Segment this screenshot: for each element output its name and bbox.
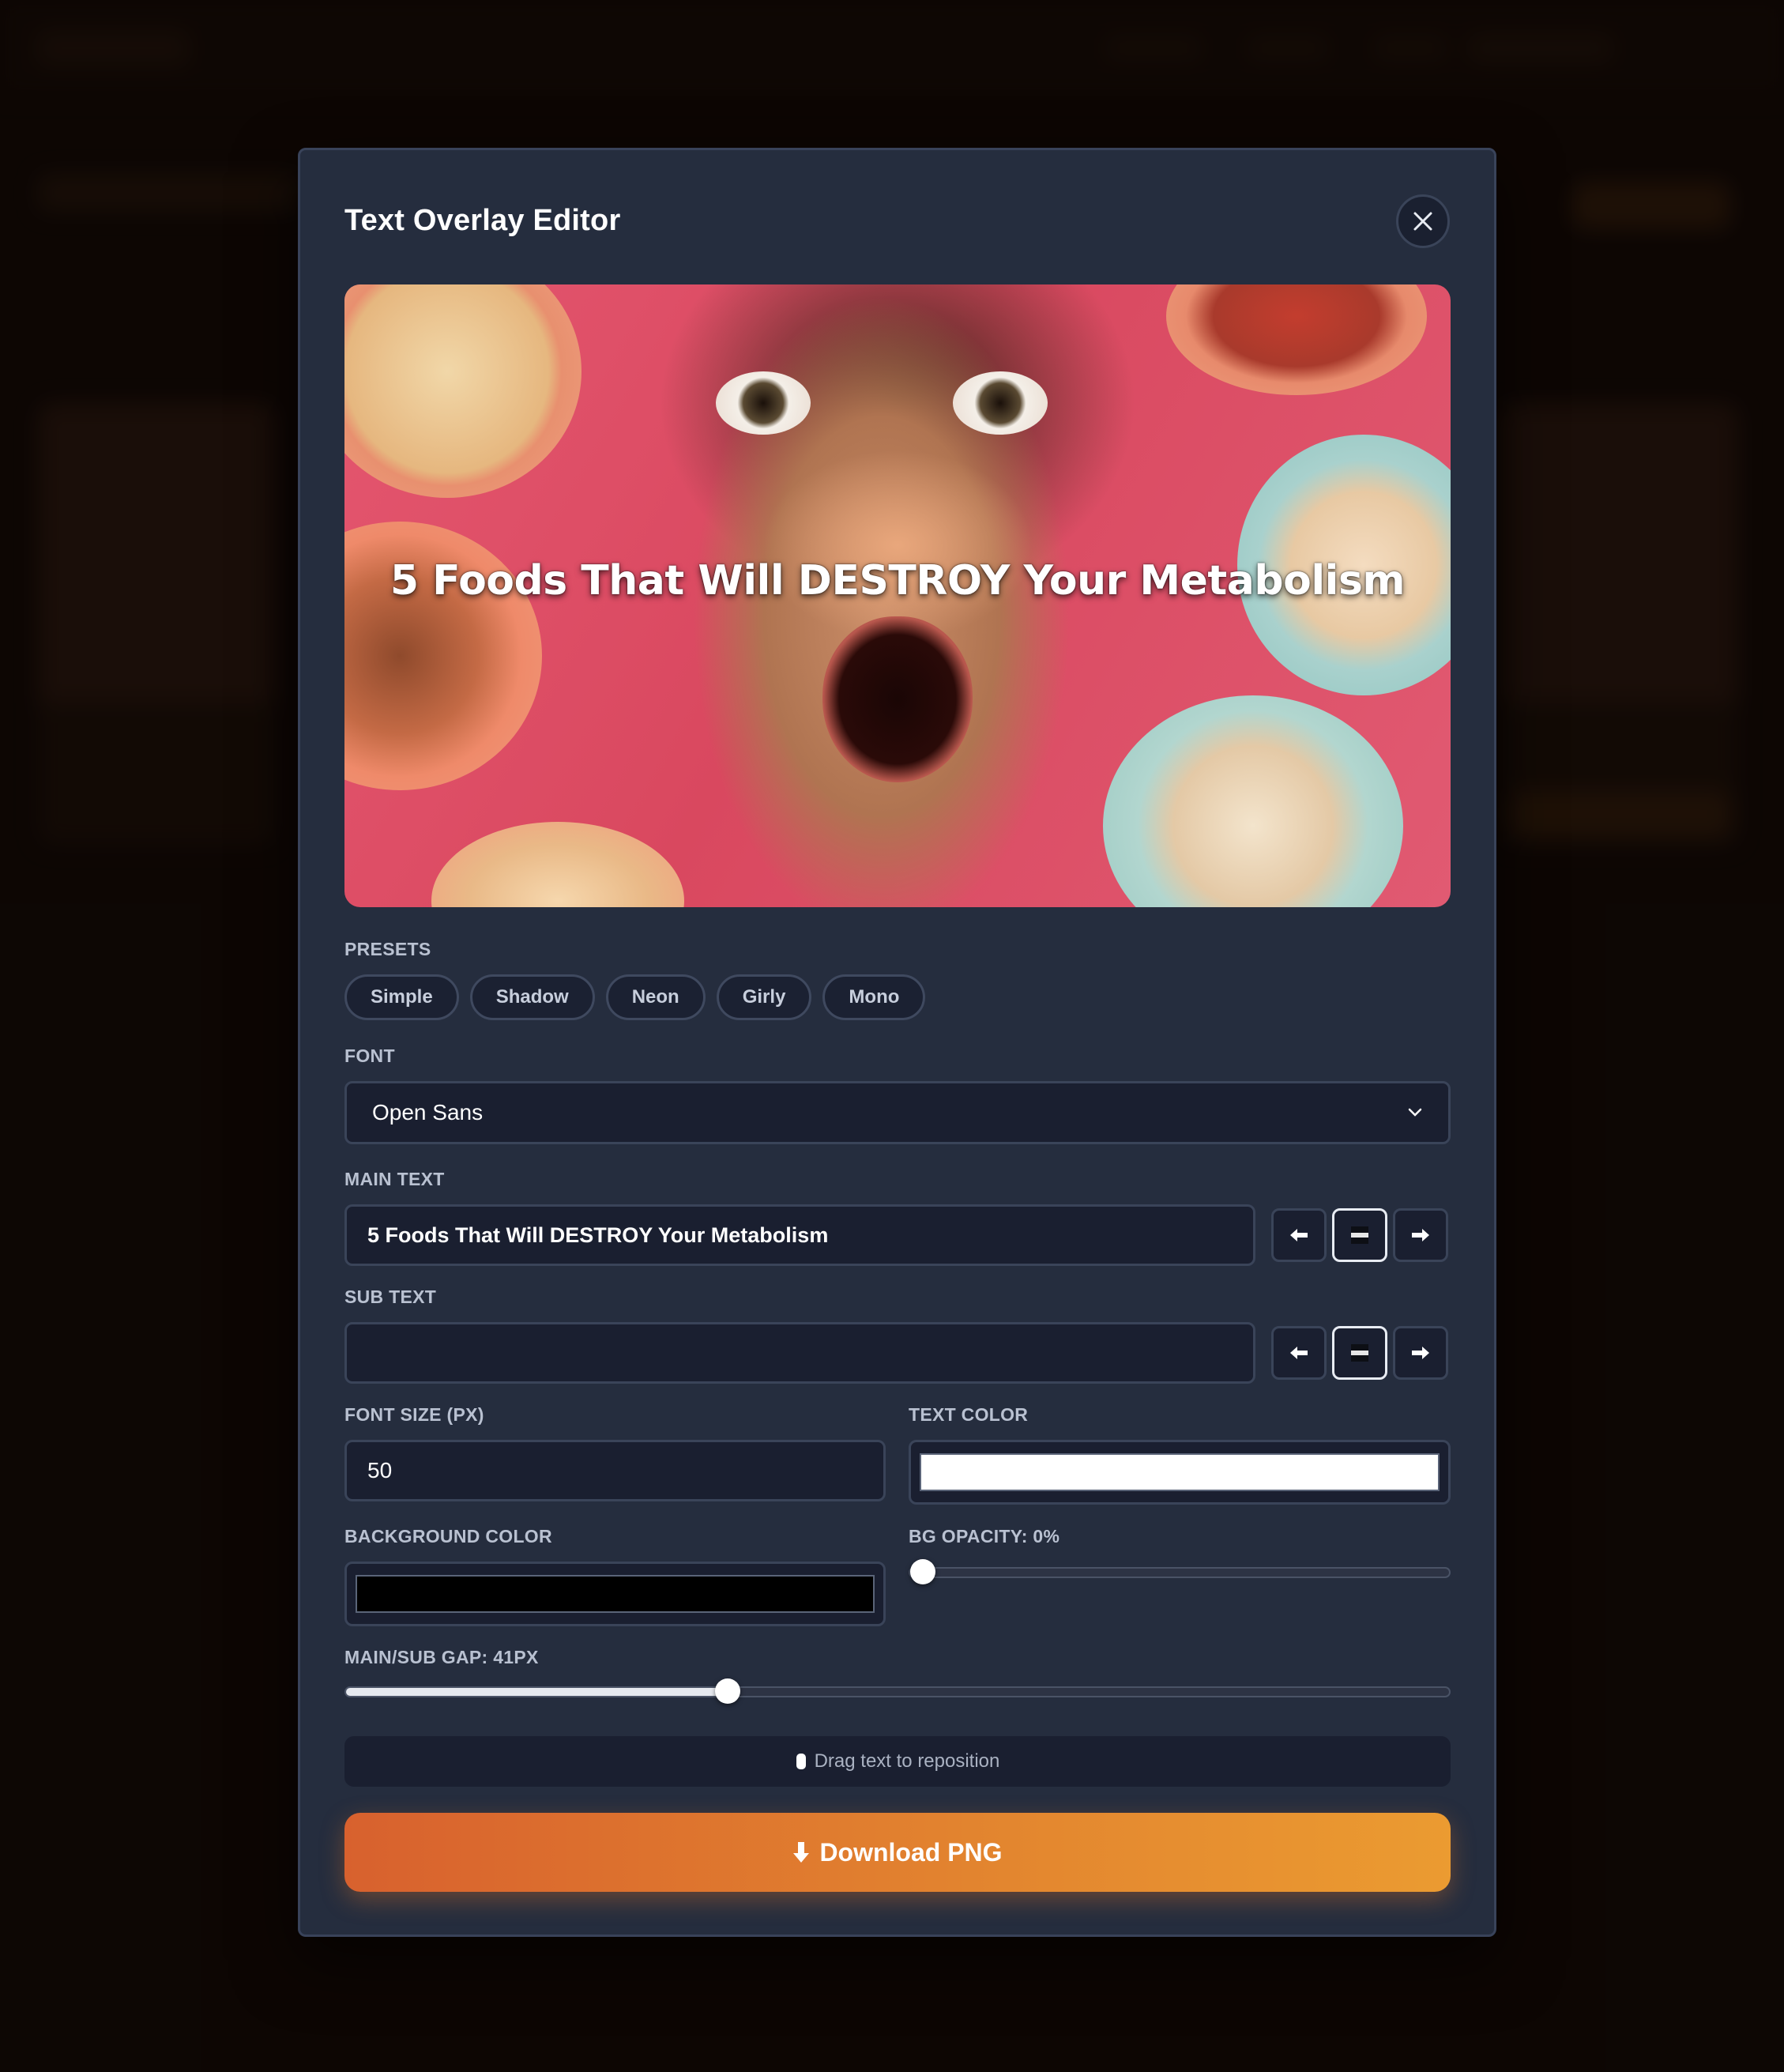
drag-hint-text: Drag text to reposition <box>814 1750 1000 1772</box>
background-color-swatch <box>356 1575 875 1613</box>
main-text-value: 5 Foods That Will DESTROY Your Metabolis… <box>367 1222 829 1247</box>
face-eye <box>953 371 1048 435</box>
main-text-align-left-button[interactable] <box>1271 1208 1327 1262</box>
gap-slider-thumb[interactable] <box>715 1678 740 1704</box>
preset-simple-button[interactable]: Simple <box>344 974 459 1020</box>
presets-label: PRESETS <box>344 939 431 959</box>
food-plate <box>1103 695 1403 907</box>
sub-text-align-right-button[interactable] <box>1393 1326 1448 1380</box>
sub-text-align-group <box>1271 1326 1448 1380</box>
face-mouth <box>822 616 973 782</box>
chevron-down-icon <box>1408 1108 1422 1117</box>
sub-text-label: SUB TEXT <box>344 1287 437 1307</box>
face-eye <box>716 371 811 435</box>
main-text-label: MAIN TEXT <box>344 1169 445 1189</box>
main-text-align-group <box>1271 1208 1448 1262</box>
main-text-align-center-button[interactable] <box>1332 1208 1387 1262</box>
gap-slider-fill <box>346 1688 728 1696</box>
bg-opacity-slider[interactable] <box>909 1559 1451 1584</box>
arrow-down-icon <box>793 1842 810 1863</box>
text-color-swatch <box>920 1453 1440 1491</box>
download-png-button[interactable]: Download PNG <box>344 1813 1451 1892</box>
gap-label: MAIN/SUB GAP: 41PX <box>344 1647 539 1667</box>
font-size-input[interactable]: 50 <box>344 1440 886 1501</box>
font-select[interactable]: Open Sans <box>344 1081 1451 1144</box>
background-color-label: BACKGROUND COLOR <box>344 1526 552 1546</box>
font-size-label: FONT SIZE (PX) <box>344 1404 484 1425</box>
align-center-icon <box>1351 1226 1368 1244</box>
font-label: FONT <box>344 1045 395 1066</box>
sub-text-align-left-button[interactable] <box>1271 1326 1327 1380</box>
presets-group: Simple Shadow Neon Girly Mono <box>344 974 926 1020</box>
text-color-picker[interactable] <box>909 1440 1451 1505</box>
preset-neon-button[interactable]: Neon <box>605 974 706 1020</box>
gap-slider[interactable] <box>344 1678 1451 1704</box>
bg-opacity-slider-thumb[interactable] <box>910 1559 935 1584</box>
download-button-label: Download PNG <box>819 1837 1003 1867</box>
close-icon <box>1413 212 1432 231</box>
image-preview[interactable]: 5 Foods That Will DESTROY Your Metabolis… <box>344 284 1451 907</box>
arrow-right-icon <box>1412 1229 1429 1241</box>
bg-opacity-label: BG OPACITY: 0% <box>909 1526 1060 1546</box>
background-color-picker[interactable] <box>344 1562 886 1626</box>
overlay-main-text[interactable]: 5 Foods That Will DESTROY Your Metabolis… <box>344 557 1451 605</box>
sub-text-input[interactable] <box>344 1322 1255 1384</box>
align-center-icon <box>1351 1344 1368 1362</box>
preset-mono-button[interactable]: Mono <box>822 974 926 1020</box>
food-plate <box>344 284 581 498</box>
sub-text-align-center-button[interactable] <box>1332 1326 1387 1380</box>
text-overlay-editor-modal: Text Overlay Editor 5 Foods That Will DE… <box>298 148 1496 1937</box>
main-text-input[interactable]: 5 Foods That Will DESTROY Your Metabolis… <box>344 1204 1255 1266</box>
close-button[interactable] <box>1396 194 1450 248</box>
font-select-value: Open Sans <box>372 1100 484 1125</box>
food-plate <box>1166 284 1427 395</box>
mouse-icon <box>796 1754 806 1769</box>
text-color-label: TEXT COLOR <box>909 1404 1029 1425</box>
drag-hint: Drag text to reposition <box>344 1736 1451 1787</box>
modal-title: Text Overlay Editor <box>344 204 621 237</box>
preset-girly-button[interactable]: Girly <box>716 974 812 1020</box>
arrow-left-icon <box>1290 1229 1308 1241</box>
arrow-right-icon <box>1412 1347 1429 1359</box>
arrow-left-icon <box>1290 1347 1308 1359</box>
food-plate <box>431 822 684 907</box>
preset-shadow-button[interactable]: Shadow <box>469 974 595 1020</box>
main-text-align-right-button[interactable] <box>1393 1208 1448 1262</box>
font-size-value: 50 <box>367 1458 393 1482</box>
